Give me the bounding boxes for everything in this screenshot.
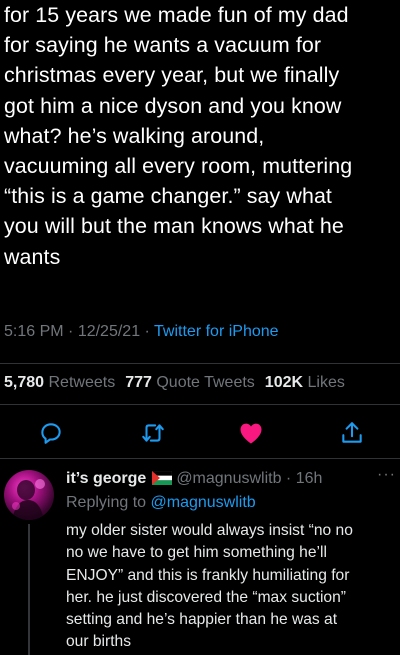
divider	[0, 404, 400, 405]
likes-label: Likes	[307, 374, 345, 391]
tweet-action-bar	[0, 414, 400, 450]
tweet-source-link[interactable]: Twitter for iPhone	[154, 323, 279, 340]
meta-separator: ·	[281, 470, 296, 487]
meta-separator: ·	[140, 323, 155, 340]
tweet-metadata: 5:16 PM · 12/25/21 · Twitter for iPhone	[4, 323, 279, 341]
likes-stat[interactable]: 102K Likes	[265, 374, 345, 391]
avatar-photo	[12, 479, 45, 520]
share-button[interactable]	[337, 418, 367, 448]
more-options-icon[interactable]: ···	[377, 466, 396, 484]
avatar[interactable]	[4, 470, 54, 520]
retweet-button[interactable]	[138, 418, 168, 448]
quote-tweets-count: 777	[125, 374, 152, 391]
divider	[0, 458, 400, 459]
reply-text: my older sister would always insist “no …	[66, 522, 353, 651]
like-button[interactable]	[236, 418, 266, 448]
likes-count: 102K	[264, 374, 304, 391]
reply-button[interactable]	[36, 418, 66, 448]
retweets-count: 5,780	[4, 374, 45, 391]
replying-to: Replying to @magnuswlitb	[66, 494, 256, 512]
retweets-label: Retweets	[48, 374, 116, 391]
retweet-icon	[142, 424, 164, 442]
thread-line	[28, 524, 30, 655]
reply-time[interactable]: 16h	[296, 470, 323, 487]
palestine-flag-icon	[152, 471, 173, 485]
reply-tweet[interactable]: it’s george @magnuswlitb · 16h ··· Reply…	[0, 462, 400, 655]
reply-icon	[41, 423, 61, 444]
like-icon	[240, 423, 262, 444]
meta-separator: ·	[63, 323, 78, 340]
divider	[0, 363, 400, 364]
retweets-stat[interactable]: 5,780 Retweets	[4, 374, 115, 391]
tweet-detail-view: for 15 years we made fun of my dad for s…	[0, 0, 400, 655]
reply-author-name[interactable]: it’s george	[66, 470, 146, 487]
tweet-text: for 15 years we made fun of my dad for s…	[4, 3, 353, 269]
reply-header: it’s george @magnuswlitb · 16h	[66, 470, 322, 488]
reply-author-handle[interactable]: @magnuswlitb	[176, 470, 281, 487]
engagement-stats: 5,780 Retweets 777 Quote Tweets 102K Likes	[4, 374, 345, 392]
replying-to-handle[interactable]: @magnuswlitb	[151, 494, 256, 511]
tweet-date[interactable]: 12/25/21	[78, 323, 140, 340]
share-icon	[342, 422, 362, 443]
quote-tweets-label: Quote Tweets	[156, 374, 255, 391]
replying-to-label: Replying to	[66, 494, 147, 511]
tweet-time[interactable]: 5:16 PM	[4, 323, 64, 340]
quote-tweets-stat[interactable]: 777 Quote Tweets	[125, 374, 255, 391]
